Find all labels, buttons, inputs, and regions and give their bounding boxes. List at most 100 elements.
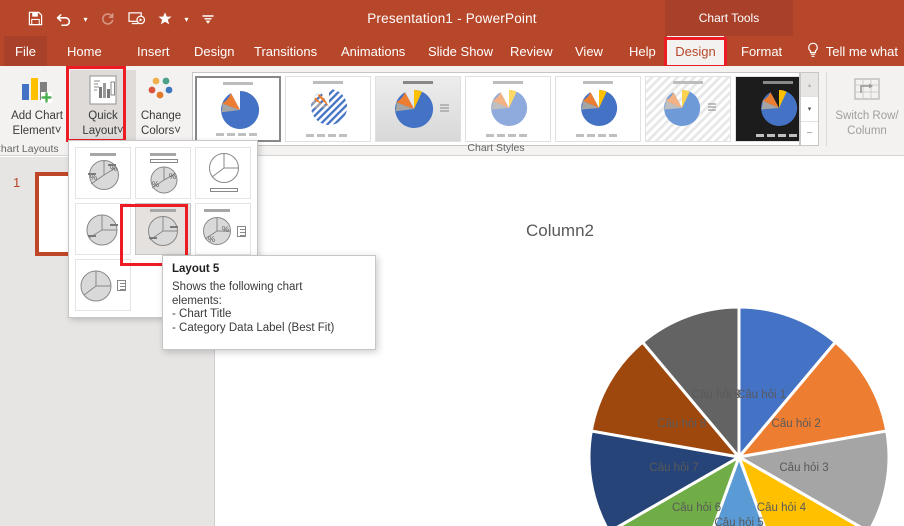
quick-layout-item-7[interactable] [75, 259, 131, 311]
chart-styles-scrollbar[interactable]: ▴ ▾ ─ [800, 72, 819, 146]
tab-help[interactable]: Help [618, 36, 667, 66]
mini-leader-line [149, 237, 157, 239]
thumb-legend-bar [756, 134, 799, 137]
pie-data-label: Câu hỏi 9 [691, 388, 742, 401]
quick-layout-item-3[interactable] [195, 147, 251, 199]
mini-leader-line [170, 226, 178, 228]
chart-style-thumb-4[interactable] [465, 76, 551, 142]
chart-style-thumb-5[interactable] [555, 76, 641, 142]
quick-layout-item-5[interactable] [135, 203, 191, 255]
mini-percent-label: % [222, 225, 230, 234]
chart-style-thumb-7[interactable] [735, 76, 799, 142]
mini-percent-label: % [169, 172, 177, 181]
tab-chart-tools-format[interactable]: Format [730, 36, 793, 66]
thumb-legend-bar [216, 133, 260, 136]
switch-row-column-label-2: Column [847, 125, 887, 137]
gallery-scroll-up-icon[interactable]: ▴ [801, 73, 818, 98]
undo-icon[interactable] [51, 5, 77, 31]
save-icon[interactable] [22, 5, 48, 31]
change-colors-caret-icon[interactable]: ˅ [174, 125, 181, 137]
mini-chart-title-bar [150, 209, 176, 212]
mini-leader-line [108, 164, 116, 166]
lightbulb-icon [806, 42, 820, 61]
chart-style-thumb-1[interactable] [195, 76, 281, 142]
change-colors-icon [145, 72, 177, 108]
tab-review[interactable]: Review [499, 36, 564, 66]
chart-title[interactable]: Column2 [216, 221, 904, 241]
tell-me-label: Tell me what [825, 43, 898, 59]
add-chart-element-caret-icon[interactable]: ˅ [55, 125, 62, 137]
chart-style-thumb-2[interactable] [285, 76, 371, 142]
tooltip-line-4: - Category Data Label (Best Fit) [172, 321, 335, 334]
chart-style-thumb-3[interactable] [375, 76, 461, 142]
add-chart-element-button[interactable]: Add Chart Element˅ [4, 70, 70, 142]
mini-leader-line [88, 173, 96, 175]
switch-row-column-label-1: Switch Row/ [835, 110, 899, 122]
powerpoint-window: Presentation1 - PowerPoint Chart Tools ▾… [0, 0, 904, 526]
tab-slide-show[interactable]: Slide Show [417, 36, 504, 66]
mini-legend-bar [150, 159, 178, 163]
tab-insert[interactable]: Insert [126, 36, 181, 66]
pie-data-label: Câu hỏi 5 [714, 517, 764, 526]
pie-data-label: Câu hỏi 1 [736, 388, 787, 401]
pie-data-label: Câu hỏi 2 [771, 418, 821, 430]
pie-chart[interactable]: Câu hỏi 1 Câu hỏi 2 Câu hỏi 3 Câu hỏi 4 Câu … [574, 292, 904, 526]
pie-data-label: Câu hỏi 8 [657, 418, 707, 430]
chart-styles-gallery[interactable] [192, 72, 800, 146]
pie-data-label: Câu hỏi 7 [649, 462, 699, 475]
change-colors-label-1: Change [140, 110, 182, 122]
tab-view[interactable]: View [564, 36, 614, 66]
quick-layout-item-6[interactable]: % % [195, 203, 251, 255]
tab-transitions[interactable]: Transitions [243, 36, 328, 66]
slide-number-label: 1 [13, 175, 21, 190]
title-bar: Presentation1 - PowerPoint Chart Tools ▾… [0, 0, 904, 36]
chart-style-thumb-6[interactable] [645, 76, 731, 142]
favorites-star-icon[interactable] [152, 5, 178, 31]
change-colors-button[interactable]: Change Colors˅ [128, 70, 194, 142]
mini-legend-box [237, 226, 246, 237]
thumb-title-bar [313, 81, 343, 84]
start-presentation-icon[interactable] [123, 5, 149, 31]
switch-row-column-icon [851, 72, 883, 108]
pie-data-label: Câu hỏi 4 [756, 501, 807, 514]
redo-icon [94, 5, 120, 31]
quick-layout-item-2[interactable]: % % [135, 147, 191, 199]
tell-me-box[interactable]: Tell me what [806, 36, 902, 66]
thumb-legend-bar [306, 134, 350, 137]
pie-chart-svg[interactable] [574, 292, 904, 526]
tab-file[interactable]: File [4, 36, 47, 66]
tab-chart-tools-design[interactable]: Design [667, 36, 724, 66]
customize-quick-access-toolbar-icon[interactable] [195, 5, 221, 31]
quick-layout-item-1[interactable]: % % [75, 147, 131, 199]
mini-percent-label: % [90, 173, 98, 182]
tab-animations[interactable]: Animations [330, 36, 416, 66]
tooltip-line-3: - Chart Title [172, 308, 232, 320]
tooltip-title: Layout 5 [172, 263, 220, 275]
gallery-more-icon[interactable]: ─ [801, 122, 818, 145]
undo-dropdown-caret-icon[interactable]: ▾ [80, 5, 91, 31]
mini-chart-title-bar [150, 153, 176, 156]
mini-percent-label: % [152, 180, 160, 189]
quick-layout-button[interactable]: Quick Layout˅ [70, 70, 136, 142]
switch-row-column-button: Switch Row/ Column [834, 70, 900, 142]
gallery-scroll-down-icon[interactable]: ▾ [801, 97, 818, 122]
tooltip-line-2: elements: [172, 294, 222, 307]
tab-home[interactable]: Home [56, 36, 113, 66]
quick-layout-label-1: Quick [88, 110, 118, 122]
quick-layout-caret-icon[interactable]: ˅ [117, 125, 124, 137]
tab-design[interactable]: Design [183, 36, 245, 66]
quick-layout-label-2: Layout˅ [82, 125, 124, 137]
change-colors-label-2: Colors˅ [141, 125, 181, 137]
quick-layout-item-4[interactable] [75, 203, 131, 255]
mini-leader-line [88, 235, 96, 237]
contextual-tools-label: Chart Tools [665, 0, 793, 36]
add-chart-element-label-1: Add Chart [11, 110, 63, 122]
quick-layout-icon [87, 72, 119, 108]
quick-access-toolbar: ▾ ▾ [22, 0, 221, 36]
pie-data-label: Câu hỏi 3 [779, 462, 829, 475]
favorites-dropdown-caret-icon[interactable]: ▾ [181, 5, 192, 31]
mini-leader-line [110, 224, 118, 226]
mini-chart-title-bar [90, 153, 116, 156]
pie-data-label: Câu hỏi 6 [671, 501, 722, 514]
mini-chart-title-bar [203, 209, 230, 212]
